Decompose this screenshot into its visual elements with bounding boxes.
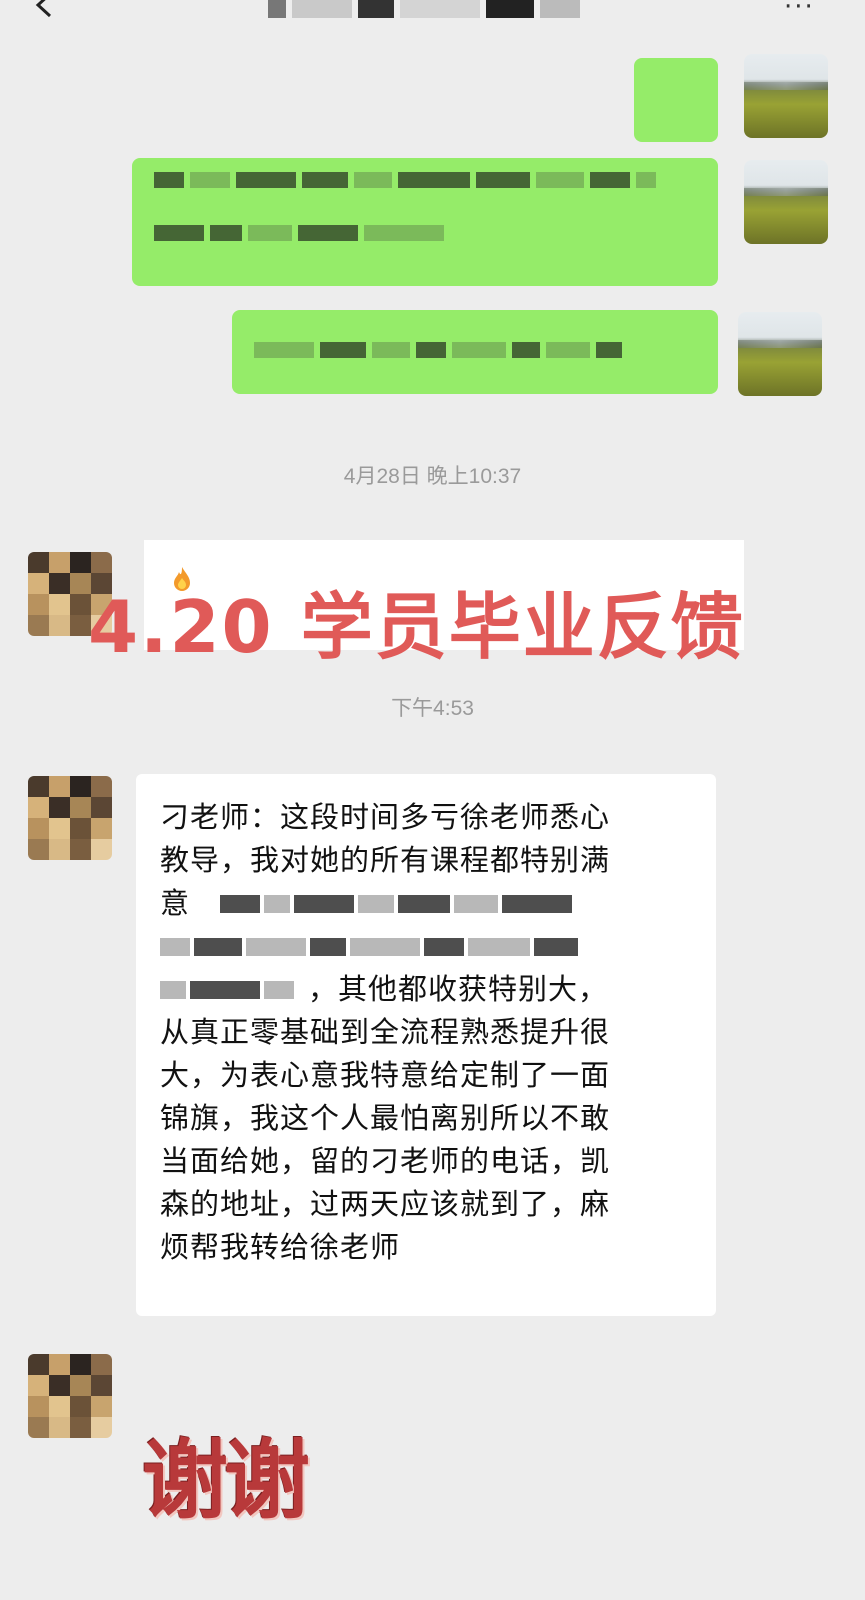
chat-header: ···	[0, 0, 865, 40]
message-timestamp: 4月28日 晚上10:37	[343, 465, 522, 488]
blurred-text	[220, 882, 573, 925]
blurred-text	[160, 968, 294, 1011]
sent-message-bubble-blurred[interactable]	[232, 310, 718, 394]
message-line: 当面给她，留的刁老师的电话，凯	[160, 1144, 611, 1178]
blurred-text	[160, 925, 694, 968]
message-line: 锦旗，我这个人最怕离别所以不敢	[160, 1101, 611, 1135]
message-line: 森的地址，过两天应该就到了，麻	[160, 1187, 611, 1221]
sent-message-bubble[interactable]	[634, 58, 718, 142]
contact-avatar[interactable]	[28, 1354, 112, 1438]
message-timestamp: 下午4:53	[391, 697, 474, 720]
chevron-left-icon[interactable]	[30, 0, 60, 22]
message-line: 教导，我对她的所有课程都特别满	[160, 843, 611, 877]
message-line: 意	[160, 886, 191, 920]
thanks-sticker[interactable]: 谢谢	[142, 1410, 310, 1535]
message-line: 大，为表心意我特意给定制了一面	[160, 1058, 611, 1092]
more-dots-icon[interactable]: ···	[784, 0, 815, 20]
graduation-feedback-headline: 4.20 学员毕业反馈	[88, 585, 745, 669]
self-avatar[interactable]	[744, 160, 828, 244]
contact-name-blurred	[268, 0, 598, 22]
sent-message-bubble-blurred[interactable]	[132, 158, 718, 286]
contact-avatar[interactable]	[28, 776, 112, 860]
message-line: 烦帮我转给徐老师	[160, 1230, 401, 1264]
message-line: 刁老师：这段时间多亏徐老师悉心	[160, 800, 611, 834]
message-line: ，其他都收获特别大，	[308, 972, 609, 1006]
self-avatar[interactable]	[744, 54, 828, 138]
self-avatar[interactable]	[738, 312, 822, 396]
message-line: 从真正零基础到全流程熟悉提升很	[160, 1015, 611, 1049]
received-text-message[interactable]: 刁老师：这段时间多亏徐老师悉心 教导，我对她的所有课程都特别满 意 ，其他都收获…	[136, 774, 716, 1316]
